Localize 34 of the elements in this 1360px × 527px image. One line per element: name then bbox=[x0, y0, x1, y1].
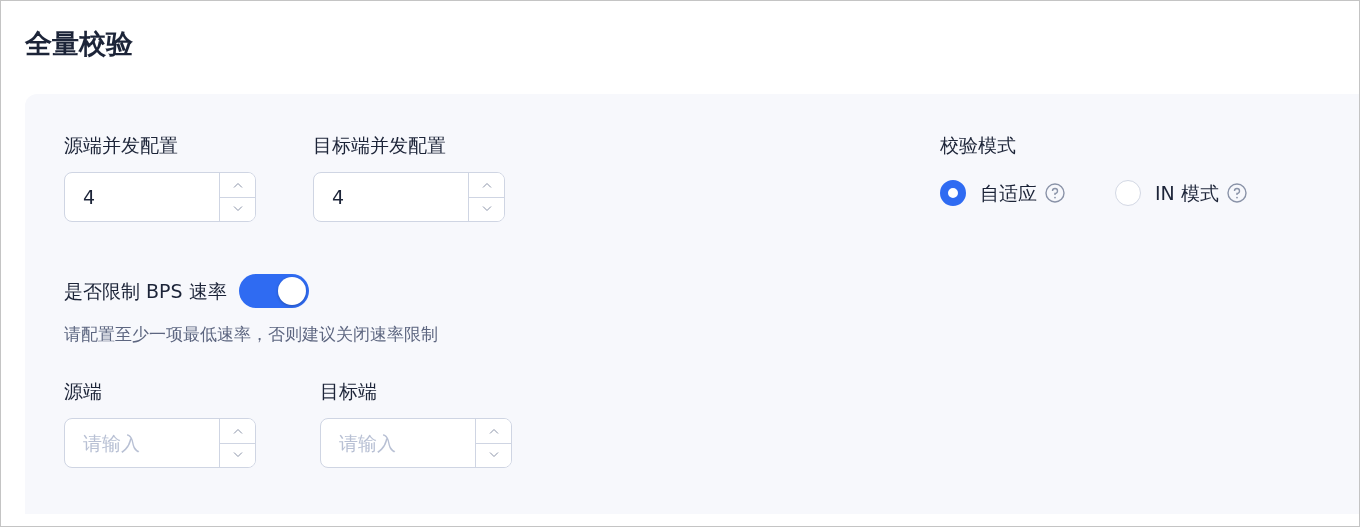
spin-box[interactable]: 4 bbox=[313, 172, 505, 222]
decrement-button[interactable] bbox=[220, 196, 255, 221]
radio-label[interactable]: 自适应 bbox=[980, 180, 1037, 206]
help-icon[interactable] bbox=[1045, 183, 1065, 203]
chevron-up-icon bbox=[488, 427, 499, 434]
number-input[interactable]: 请输入 bbox=[65, 419, 219, 467]
spin-box[interactable]: 4 bbox=[64, 172, 256, 222]
hint-text: 请配置至少一项最低速率，否则建议关闭速率限制 bbox=[64, 323, 439, 346]
decrement-button[interactable] bbox=[476, 442, 511, 467]
number-input[interactable]: 4 bbox=[314, 173, 468, 221]
toggle-switch[interactable] bbox=[238, 274, 309, 308]
page-title: 全量校验 bbox=[24, 27, 134, 61]
decrement-button[interactable] bbox=[469, 196, 504, 221]
field-label: 目标端并发配置 bbox=[313, 133, 446, 158]
chevron-up-icon bbox=[232, 427, 243, 434]
radio-label[interactable]: IN 模式 bbox=[1155, 180, 1219, 206]
chevron-up-icon bbox=[232, 181, 243, 188]
field-label: 目标端 bbox=[320, 379, 377, 404]
chevron-up-icon bbox=[481, 181, 492, 188]
decrement-button[interactable] bbox=[220, 442, 255, 467]
number-input[interactable]: 请输入 bbox=[321, 419, 475, 467]
field-label: 源端并发配置 bbox=[64, 133, 178, 158]
spin-box[interactable]: 请输入 bbox=[320, 418, 512, 468]
number-input[interactable]: 4 bbox=[65, 173, 219, 221]
help-icon[interactable] bbox=[1226, 183, 1247, 203]
chevron-down-icon bbox=[232, 206, 243, 213]
radio-button[interactable] bbox=[940, 180, 966, 206]
chevron-down-icon bbox=[481, 206, 492, 213]
spin-box[interactable]: 请输入 bbox=[64, 418, 256, 468]
field-label: 校验模式 bbox=[940, 133, 1016, 158]
field-label: 源端 bbox=[64, 379, 102, 404]
chevron-down-icon bbox=[488, 452, 499, 459]
toggle-label: 是否限制 BPS 速率 bbox=[64, 279, 227, 304]
chevron-down-icon bbox=[232, 452, 243, 459]
